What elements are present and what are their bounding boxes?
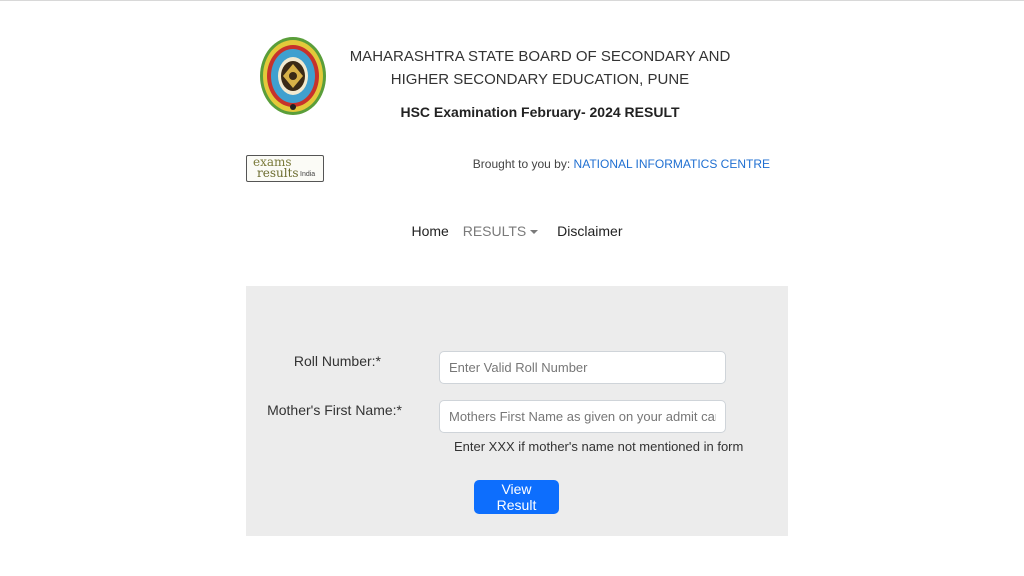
nic-link[interactable]: NATIONAL INFORMATICS CENTRE xyxy=(574,157,770,171)
page: MAHARASHTRA STATE BOARD OF SECONDARY AND… xyxy=(0,0,1024,576)
exams-results-logo[interactable]: exams results India xyxy=(246,155,324,182)
roll-number-label: Roll Number:* xyxy=(293,353,381,369)
board-emblem-icon xyxy=(260,37,326,115)
exams-results-logo-line3: India xyxy=(300,171,316,178)
main-nav: Home RESULTS Disclaimer xyxy=(0,223,1024,239)
board-name-line1: MAHARASHTRA STATE BOARD OF SECONDARY AND xyxy=(349,48,731,65)
nav-home[interactable]: Home xyxy=(411,223,448,239)
brought-to-you-label: Brought to you by: xyxy=(472,157,571,171)
brought-to-you-by: Brought to you by: NATIONAL INFORMATICS … xyxy=(470,157,770,171)
board-name-line2: HIGHER SECONDARY EDUCATION, PUNE xyxy=(390,71,690,88)
mother-name-label: Mother's First Name:* xyxy=(267,402,402,418)
caret-down-icon xyxy=(530,230,539,235)
mother-name-hint: Enter XXX if mother's name not mentioned… xyxy=(454,439,744,454)
exams-results-logo-line2: results xyxy=(257,166,299,180)
exam-title: HSC Examination February- 2024 RESULT xyxy=(400,104,680,120)
nav-disclaimer[interactable]: Disclaimer xyxy=(557,223,622,239)
board-name: MAHARASHTRA STATE BOARD OF SECONDARY AND… xyxy=(340,45,740,91)
nav-results-label: RESULTS xyxy=(462,223,527,239)
mother-name-input[interactable] xyxy=(439,400,726,433)
result-form-panel: Roll Number:* Mother's First Name:* Ente… xyxy=(246,286,788,536)
roll-number-input[interactable] xyxy=(439,351,726,384)
nav-results-dropdown[interactable]: RESULTS xyxy=(463,223,544,239)
view-result-button[interactable]: View Result xyxy=(474,480,559,514)
